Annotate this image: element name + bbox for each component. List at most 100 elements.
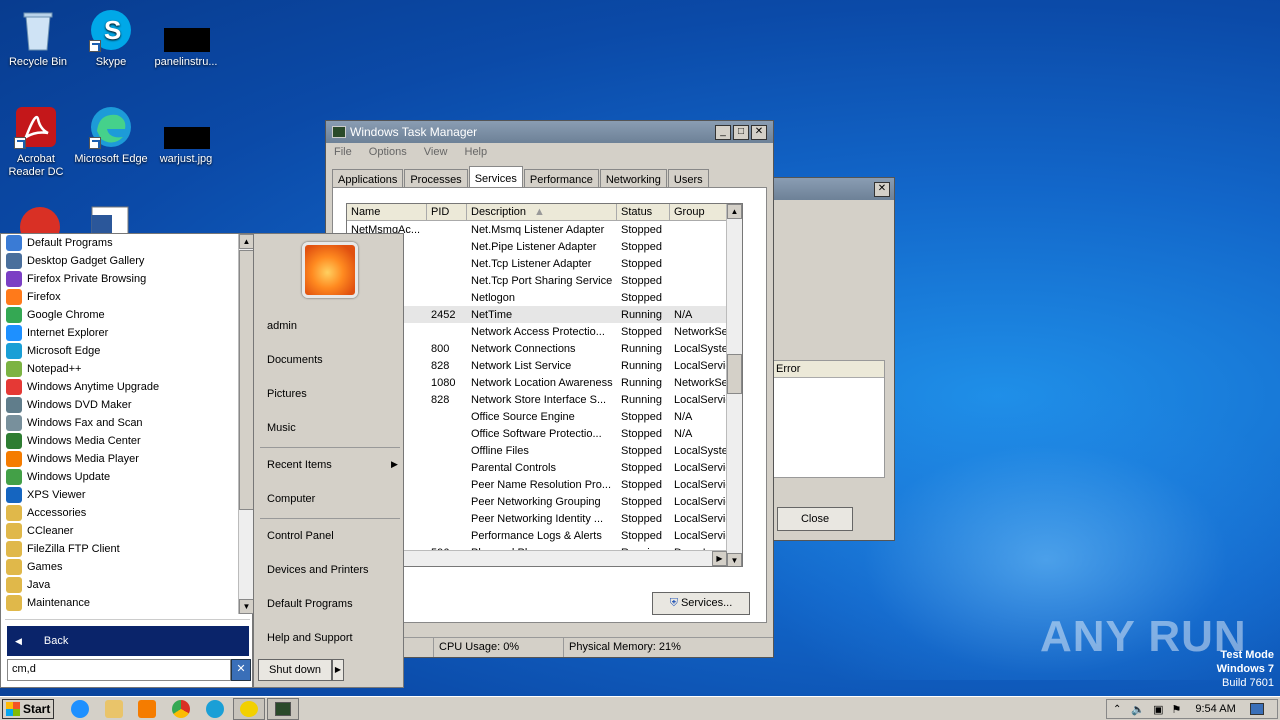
table-row[interactable]: NetMsmqAc... Net.Msmq Listener Adapter Sto… (347, 221, 742, 238)
desktop-icon-recycle-bin[interactable]: Recycle Bin (0, 8, 76, 69)
music-link[interactable]: Music (267, 422, 296, 434)
program-item[interactable]: Desktop Gadget Gallery (1, 252, 238, 270)
table-row[interactable]: ...rt...Net.Tcp Port Sharing ServiceStop… (347, 272, 742, 289)
table-row[interactable]: ...eOffline FilesStoppedLocalSyste (347, 442, 742, 459)
program-item[interactable]: Microsoft Edge (1, 342, 238, 360)
scroll-down-arrow[interactable]: ▼ (727, 553, 742, 566)
shutdown-button[interactable]: Shut down (258, 659, 332, 681)
scroll-thumb[interactable] (239, 250, 254, 510)
program-item[interactable]: CCleaner (1, 522, 238, 540)
help-support-link[interactable]: Help and Support (267, 632, 353, 644)
show-desktop-icon[interactable] (1249, 703, 1264, 715)
table-row[interactable]: Office Software Protectio... Stopped N/A (347, 425, 742, 442)
horizontal-scrollbar[interactable]: ▶ (347, 550, 727, 566)
default-programs-link[interactable]: Default Programs (267, 598, 353, 610)
table-row[interactable]: Network Access Protectio... Stopped Networ… (347, 323, 742, 340)
show-hidden-icons-icon[interactable]: ⌃ (1113, 704, 1121, 715)
program-item[interactable]: Maintenance (1, 594, 238, 612)
start-button[interactable]: Start (2, 699, 54, 719)
program-item[interactable]: Firefox Private Browsing (1, 270, 238, 288)
table-row[interactable]: ...cti...Net.Pipe Listener AdapterStoppe… (347, 238, 742, 255)
edge-icon[interactable] (206, 700, 224, 718)
program-item[interactable]: Games (1, 558, 238, 576)
recent-items-link[interactable]: Recent Items (267, 459, 332, 471)
menu-view[interactable]: View (424, 146, 448, 158)
menu-file[interactable]: File (334, 146, 352, 158)
back-button[interactable]: ◀ Back (7, 626, 249, 656)
devices-printers-link[interactable]: Devices and Printers (267, 564, 369, 576)
table-row[interactable]: Performance Logs & Alerts Stopped LocalSer… (347, 527, 742, 544)
desktop-icon-acrobat[interactable]: Acrobat Reader DC (0, 105, 74, 179)
column-status[interactable]: Status (617, 204, 670, 220)
clear-search-icon[interactable]: ✕ (231, 659, 251, 681)
program-item[interactable]: Windows Media Player (1, 450, 238, 468)
column-pid[interactable]: PID (427, 204, 467, 220)
pictures-link[interactable]: Pictures (267, 388, 307, 400)
desktop-icon-skype[interactable]: S Skype (73, 8, 149, 69)
network-icon[interactable]: ▣ (1153, 703, 1163, 716)
table-row[interactable]: Office Source Engine Stopped N/A (347, 408, 742, 425)
scroll-right-arrow[interactable]: ▶ (712, 551, 727, 566)
column-name[interactable]: Name (347, 204, 427, 220)
program-item[interactable]: Notepad++ (1, 360, 238, 378)
program-item[interactable]: Internet Explorer (1, 324, 238, 342)
volume-icon[interactable]: 🔈 (1131, 703, 1145, 716)
program-item[interactable]: Accessories (1, 504, 238, 522)
program-item[interactable]: Windows Anytime Upgrade (1, 378, 238, 396)
menu-options[interactable]: Options (369, 146, 407, 158)
action-center-flag-icon[interactable]: ⚑ (1172, 703, 1182, 716)
table-row[interactable]: 828 Network Store Interface S... Running Lo… (347, 391, 742, 408)
user-link[interactable]: admin (267, 320, 297, 332)
program-item[interactable]: Windows DVD Maker (1, 396, 238, 414)
services-button[interactable]: ⛨ Services... (652, 592, 750, 615)
table-row[interactable]: ...vc2452NetTimeRunningN/A (347, 306, 742, 323)
close-icon[interactable]: ✕ (874, 182, 890, 197)
scroll-up-arrow[interactable]: ▲ (727, 204, 742, 219)
scroll-thumb[interactable] (727, 354, 742, 394)
control-panel-link[interactable]: Control Panel (267, 530, 334, 542)
computer-link[interactable]: Computer (267, 493, 315, 505)
program-item[interactable]: Windows Update (1, 468, 238, 486)
search-input[interactable]: cm,d (7, 659, 231, 681)
table-row[interactable]: 800 Network Connections Running LocalSyste (347, 340, 742, 357)
scroll-up-arrow[interactable]: ▲ (239, 234, 254, 249)
documents-link[interactable]: Documents (267, 354, 323, 366)
minimize-button[interactable]: _ (715, 124, 731, 140)
taskbar-item-active[interactable] (233, 698, 265, 720)
close-button[interactable]: ✕ (751, 124, 767, 140)
program-item[interactable]: Default Programs (1, 234, 238, 252)
table-row[interactable]: ...tiv...Net.Tcp Listener AdapterStopped (347, 255, 742, 272)
program-item[interactable]: XPS Viewer (1, 486, 238, 504)
desktop-icon-warjust[interactable]: warjust.jpg (148, 105, 224, 166)
desktop-icon-edge[interactable]: Microsoft Edge (73, 105, 149, 166)
program-item[interactable]: Java (1, 576, 238, 594)
program-item[interactable]: Google Chrome (1, 306, 238, 324)
table-row[interactable]: 828 Network List Service Running LocalServi… (347, 357, 742, 374)
table-row[interactable]: Peer Networking Identity ... Stopped Local… (347, 510, 742, 527)
shutdown-options-arrow[interactable]: ▶ (332, 659, 344, 681)
program-item[interactable]: Windows Media Center (1, 432, 238, 450)
scroll-down-arrow[interactable]: ▼ (239, 599, 254, 614)
table-row[interactable]: Parental Controls Stopped LocalServic (347, 459, 742, 476)
explorer-folder-icon[interactable] (105, 700, 123, 718)
table-row[interactable]: 1080 Network Location Awareness Running Net… (347, 374, 742, 391)
program-item[interactable]: FileZilla FTP Client (1, 540, 238, 558)
media-player-icon[interactable] (138, 700, 156, 718)
program-item[interactable]: Firefox (1, 288, 238, 306)
table-row[interactable]: Peer Name Resolution Pro... Stopped LocalS… (347, 476, 742, 493)
table-row[interactable]: Peer Networking Grouping Stopped LocalServ… (347, 493, 742, 510)
internet-explorer-icon[interactable] (71, 700, 89, 718)
taskbar-item-task-manager[interactable] (267, 698, 299, 720)
user-avatar[interactable] (302, 242, 358, 298)
maximize-button[interactable]: □ (733, 124, 749, 140)
column-group[interactable]: Group (670, 204, 730, 220)
close-button[interactable]: Close (777, 507, 853, 531)
program-item[interactable]: Windows Fax and Scan (1, 414, 238, 432)
column-description[interactable]: Description ▲ (467, 204, 617, 220)
menu-help[interactable]: Help (465, 146, 488, 158)
desktop-icon-panelinstru[interactable]: panelinstru... (148, 8, 224, 69)
chrome-icon[interactable] (172, 700, 190, 718)
clock[interactable]: 9:54 AM (1195, 703, 1235, 715)
programs-scrollbar[interactable]: ▲ ▼ (238, 234, 254, 614)
table-row[interactable]: Netlogon Stopped (347, 289, 742, 306)
